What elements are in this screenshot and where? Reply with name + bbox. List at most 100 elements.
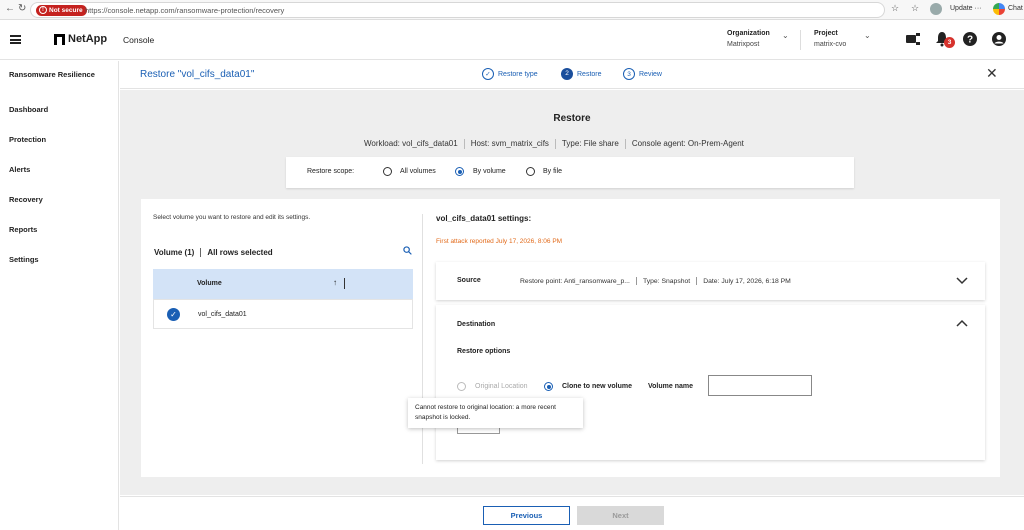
chevron-down-icon[interactable]: ⌄ — [782, 31, 789, 40]
previous-button[interactable]: Previous — [483, 506, 570, 525]
restore-options-label: Restore options — [457, 348, 511, 355]
page-title: Restore "vol_cifs_data01" — [140, 69, 255, 80]
settings-title: vol_cifs_data01 settings: — [436, 214, 532, 223]
wizard-title-bar: Restore "vol_cifs_data01" ✓ Restore type … — [120, 61, 1024, 89]
netapp-logo-icon — [54, 34, 65, 45]
restore-content: Restore Workload: vol_cifs_data01 Host: s… — [120, 90, 1024, 495]
security-label: Not secure — [49, 7, 83, 14]
workload-host: Host: svm_matrix_cifs — [470, 139, 549, 149]
url-text: https://console.netapp.com/ransomware-pr… — [85, 6, 285, 15]
organization-label[interactable]: Organization — [727, 30, 770, 37]
radio-by-volume[interactable] — [455, 167, 464, 176]
restore-point: Restore point: Anti_ransomware_p... — [520, 277, 630, 285]
browser-toolbar: ← ↻ ! Not secure https://console.netapp.c… — [0, 0, 1024, 20]
radio-label[interactable]: By file — [543, 168, 562, 175]
next-button[interactable]: Next — [577, 506, 664, 525]
notification-badge: 3 — [944, 37, 955, 48]
user-icon[interactable] — [991, 31, 1007, 47]
sidebar-item-reports[interactable]: Reports — [9, 225, 37, 234]
agent-icon[interactable] — [905, 31, 921, 47]
source-type: Type: Snapshot — [642, 277, 691, 285]
wizard-footer: Previous Next — [120, 496, 1024, 530]
radio-label[interactable]: Clone to new volume — [562, 383, 632, 390]
sidebar-item-recovery[interactable]: Recovery — [9, 195, 43, 204]
table-row[interactable]: ✓ vol_cifs_data01 — [153, 299, 413, 329]
table-header: Volume ↑ — [153, 269, 413, 299]
step-review[interactable]: 3 Review — [623, 68, 662, 80]
sidebar: Ransomware Resilience Dashboard Protecti… — [0, 61, 119, 530]
radio-all-volumes[interactable] — [383, 167, 392, 176]
restore-heading: Restore — [553, 113, 591, 124]
project-label[interactable]: Project — [814, 30, 838, 37]
chat-logo-icon[interactable] — [993, 3, 1005, 15]
source-date: Date: July 17, 2026, 6:18 PM — [703, 277, 791, 285]
radio-clone-new-volume[interactable] — [544, 382, 553, 391]
radio-label[interactable]: By volume — [473, 168, 506, 175]
svg-text:?: ? — [967, 35, 973, 46]
security-badge[interactable]: ! Not secure — [36, 5, 87, 16]
workload-type: Type: File share — [561, 139, 619, 149]
help-icon[interactable]: ? — [962, 31, 978, 47]
step-number: 3 — [623, 68, 635, 80]
radio-label: Original Location — [475, 383, 528, 390]
chevron-down-icon[interactable]: ⌄ — [864, 31, 871, 40]
menu-icon[interactable] — [10, 35, 21, 44]
step-restore[interactable]: 2 Restore — [561, 68, 602, 80]
chat-button[interactable]: Chat — [1008, 5, 1023, 12]
sidebar-item-protection[interactable]: Protection — [9, 135, 46, 144]
step-label: Review — [639, 70, 662, 78]
source-section[interactable]: Source Restore point: Anti_ransomware_p.… — [436, 262, 985, 300]
workload-info: Workload: vol_cifs_data01 Host: svm_matri… — [364, 139, 744, 149]
update-button[interactable]: Update ··· — [950, 5, 982, 12]
volume-name-input[interactable] — [708, 375, 812, 396]
sidebar-title: Ransomware Resilience — [9, 70, 95, 79]
destination-label: Destination — [457, 321, 496, 328]
sidebar-item-dashboard[interactable]: Dashboard — [9, 105, 48, 114]
search-icon[interactable] — [403, 246, 412, 255]
sort-up-icon[interactable]: ↑ — [333, 278, 337, 287]
volume-table-heading: Volume (1) All rows selected — [154, 248, 273, 258]
favorite-star-icon[interactable]: ☆ — [891, 3, 899, 14]
favorites-icon[interactable]: ☆ — [911, 3, 919, 14]
volume-instruction: Select volume you want to restore and ed… — [153, 214, 311, 221]
radio-by-file[interactable] — [526, 167, 535, 176]
organization-value[interactable]: Matrixpost — [727, 41, 759, 48]
source-details: Restore point: Anti_ransomware_p... Type:… — [520, 277, 791, 285]
attack-notice: First attack reported July 17, 2026, 8:0… — [436, 238, 563, 245]
address-bar[interactable]: ! Not secure https://console.netapp.com/r… — [30, 2, 885, 18]
project-value[interactable]: matrix-cvo — [814, 41, 846, 48]
restore-scope-panel: Restore scope: All volumes By volume By … — [286, 157, 854, 188]
source-label: Source — [457, 277, 481, 284]
close-icon[interactable]: ✕ — [986, 65, 998, 82]
profile-avatar[interactable] — [930, 3, 942, 15]
chevron-down-icon[interactable] — [956, 277, 968, 285]
radio-label[interactable]: All volumes — [400, 168, 436, 175]
step-label: Restore type — [498, 70, 538, 78]
checkmark-icon[interactable]: ✓ — [167, 308, 180, 321]
logo-text: NetApp — [68, 33, 108, 45]
workload-name: Workload: vol_cifs_data01 — [364, 139, 458, 149]
app-name: Console — [123, 35, 155, 45]
volume-name-label: Volume name — [648, 383, 693, 390]
sidebar-item-settings[interactable]: Settings — [9, 255, 39, 264]
back-icon[interactable]: ← — [5, 3, 15, 14]
selection-status: All rows selected — [207, 248, 273, 257]
volume-name-cell: vol_cifs_data01 — [198, 311, 247, 318]
column-header-volume[interactable]: Volume — [197, 280, 222, 287]
radio-original-location[interactable] — [457, 382, 466, 391]
step-number: 2 — [561, 68, 573, 80]
step-label: Restore — [577, 70, 602, 78]
app-header: NetApp Console Organization Matrixpost ⌄… — [0, 20, 1024, 60]
reload-icon[interactable]: ↻ — [18, 3, 26, 14]
header-divider — [800, 30, 801, 50]
workload-agent: Console agent: On-Prem-Agent — [631, 139, 744, 149]
volume-count: Volume (1) — [154, 248, 195, 257]
sidebar-item-alerts[interactable]: Alerts — [9, 165, 30, 174]
step-restore-type[interactable]: ✓ Restore type — [482, 68, 538, 80]
restore-scope-label: Restore scope: — [307, 168, 355, 175]
chevron-up-icon[interactable] — [956, 319, 968, 327]
column-resize-handle[interactable] — [344, 278, 345, 289]
volume-settings-card: Select volume you want to restore and ed… — [141, 199, 1000, 477]
tooltip: Cannot restore to original location: a m… — [408, 398, 583, 428]
destination-section: Destination Restore options Original Loc… — [436, 305, 985, 460]
